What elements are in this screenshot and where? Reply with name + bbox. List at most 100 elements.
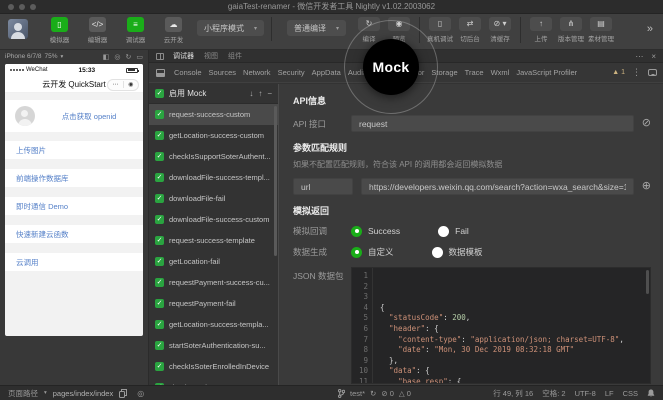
panel-toggle-icon[interactable]: </> (89, 17, 106, 32)
mock-rule-item[interactable]: downloadFile-success-custom (149, 209, 278, 230)
radio-button[interactable] (438, 226, 449, 237)
clear-icon[interactable]: ⊘ (642, 118, 651, 129)
export-icon[interactable]: ↑ (258, 89, 262, 98)
mock-rule-item[interactable]: startSoterAuthentication-su... (149, 335, 278, 356)
phone-menu-link[interactable]: 前端操作数据库 (5, 169, 143, 187)
editor-scrollbar[interactable] (646, 270, 649, 294)
mock-rule-item[interactable]: requestPayment-fail (149, 293, 278, 314)
sync-icon[interactable]: ↻ (370, 389, 376, 398)
mock-rule-item[interactable]: downloadFile-fail (149, 188, 278, 209)
json-editor[interactable]: 1234567891011 { "statusCode": 200, "head… (351, 267, 651, 384)
copy-icon[interactable] (119, 389, 127, 398)
devtools-tab[interactable]: Network (243, 68, 271, 77)
panel-toggle-button[interactable]: ▯ 模拟器 (44, 17, 75, 44)
phone-menu-link[interactable]: 上传图片 (5, 141, 143, 159)
mock-rule-item[interactable]: getLocation-success-custom (149, 125, 278, 146)
radio-button[interactable] (351, 247, 362, 258)
window-icon[interactable]: ▭ (136, 53, 143, 61)
panel-toggle-icon[interactable]: ≡ (127, 17, 144, 32)
devtools-tab[interactable]: Wxml (491, 68, 510, 77)
minimize-window-button[interactable] (19, 4, 25, 10)
more-actions-icon[interactable]: » (647, 23, 657, 35)
toolbar-action-button[interactable]: ⊘ ▾ 清缓存 (485, 17, 515, 43)
kebab-menu-icon[interactable]: ⋮ (632, 67, 641, 78)
page-path-label[interactable]: 页面路径 (8, 388, 38, 399)
chevron-down-icon[interactable]: ▾ (61, 54, 64, 60)
rule-checkbox[interactable] (155, 194, 164, 203)
compile-mode-select[interactable]: 普通编译 ▾ (287, 20, 346, 36)
close-icon[interactable]: × (651, 52, 656, 61)
radio-option[interactable]: 数据模板 (432, 246, 483, 258)
rule-checkbox[interactable] (155, 110, 164, 119)
toolbar-action-icon[interactable]: ▯ (429, 17, 451, 31)
remove-icon[interactable]: − (267, 89, 272, 98)
user-avatar[interactable] (8, 19, 28, 39)
toolbar-action-button[interactable]: ⋔ 版本管理 (556, 17, 586, 43)
phone-menu-link[interactable]: 即时通信 Demo (5, 197, 143, 215)
circle-indicator-icon[interactable]: ◎ (137, 389, 144, 398)
page-path-value[interactable]: pages/index/index (53, 389, 113, 398)
strip-tab[interactable]: 视图 (204, 51, 218, 61)
list-scrollbar[interactable] (274, 106, 277, 256)
indentation-setting[interactable]: 空格: 2 (542, 388, 565, 399)
chevron-down-icon[interactable]: ▾ (44, 390, 47, 396)
dock-icon[interactable] (156, 69, 165, 77)
mock-rule-item[interactable]: getLocation-success-templa... (149, 314, 278, 335)
radio-button[interactable] (351, 226, 362, 237)
git-branch-label[interactable]: test* (350, 389, 365, 398)
devtools-tab[interactable]: JavaScript Profiler (516, 68, 577, 77)
zoom-select[interactable]: 75% (45, 53, 58, 60)
get-openid-link[interactable]: 点击获取 openid (35, 111, 143, 122)
panel-toggle-icon[interactable]: ☁ (165, 17, 182, 32)
rule-checkbox[interactable] (155, 173, 164, 182)
strip-tab[interactable]: 组件 (228, 51, 242, 61)
language-mode[interactable]: CSS (623, 389, 638, 398)
error-count[interactable]: ⊘ 0 (381, 389, 394, 398)
mock-rule-item[interactable]: checkIsSoterEnrolledInDevice (149, 356, 278, 377)
editor-code[interactable]: { "statusCode": 200, "header": { "conten… (373, 268, 650, 383)
radio-option[interactable]: Fail (438, 226, 469, 237)
warning-count[interactable]: △ 0 (399, 389, 411, 398)
git-branch-icon[interactable] (338, 389, 345, 398)
rule-checkbox[interactable] (155, 341, 164, 350)
strip-tab[interactable]: 调试器 (173, 51, 194, 61)
param-value-input[interactable] (361, 178, 634, 195)
rule-checkbox[interactable] (155, 257, 164, 266)
panel-toggle-button[interactable]: ≡ 调试器 (120, 17, 151, 44)
param-key-input[interactable] (293, 178, 353, 195)
bell-icon[interactable] (647, 389, 655, 398)
toolbar-action-icon[interactable]: ↑ (530, 17, 552, 31)
maximize-window-button[interactable] (30, 4, 36, 10)
toolbar-action-icon[interactable]: ⊘ ▾ (489, 17, 511, 31)
rule-checkbox[interactable] (155, 152, 164, 161)
rule-checkbox[interactable] (155, 236, 164, 245)
mock-rule-item[interactable]: checkIsSupportSoterAuthent... (149, 146, 278, 167)
capsule-close-icon[interactable]: ◉ (124, 80, 139, 90)
mock-rule-item[interactable]: checkSession-success (149, 377, 278, 385)
panel-toggle-button[interactable]: ☁ 云开发 (158, 17, 189, 44)
toolbar-action-icon[interactable]: ▤ (590, 17, 612, 31)
warning-badge[interactable]: ▲ 1 (612, 69, 625, 76)
capsule-menu[interactable]: ⋯ ◉ (107, 79, 139, 91)
mock-rule-item[interactable]: requestPayment-success-cu... (149, 272, 278, 293)
rule-checkbox[interactable] (155, 362, 164, 371)
phone-menu-link[interactable]: 快速新建云函数 (5, 225, 143, 243)
toolbar-action-icon[interactable]: ⇄ (459, 17, 481, 31)
phone-menu-link[interactable]: 云调用 (5, 253, 143, 271)
rotate-icon[interactable]: ↻ (126, 53, 132, 61)
rule-checkbox[interactable] (155, 131, 164, 140)
mock-rule-item[interactable]: downloadFile-success-templ... (149, 167, 278, 188)
rule-checkbox[interactable] (155, 278, 164, 287)
device-select[interactable]: iPhone 6/7/8 (5, 53, 42, 60)
toolbar-action-icon[interactable]: ⋔ (560, 17, 582, 31)
toolbar-action-button[interactable]: ↑ 上传 (520, 17, 556, 43)
radio-option[interactable]: Success (351, 226, 400, 237)
mock-rule-item[interactable]: getLocation-fail (149, 251, 278, 272)
layout-icon[interactable]: ◧ (103, 53, 110, 61)
devtools-tab[interactable]: Security (278, 68, 305, 77)
rule-checkbox[interactable] (155, 320, 164, 329)
toolbar-action-button[interactable]: ▤ 素材管理 (586, 17, 616, 43)
overflow-menu-icon[interactable]: ⋯ (635, 52, 643, 61)
import-icon[interactable]: ↓ (249, 89, 253, 98)
eol-setting[interactable]: LF (605, 389, 614, 398)
